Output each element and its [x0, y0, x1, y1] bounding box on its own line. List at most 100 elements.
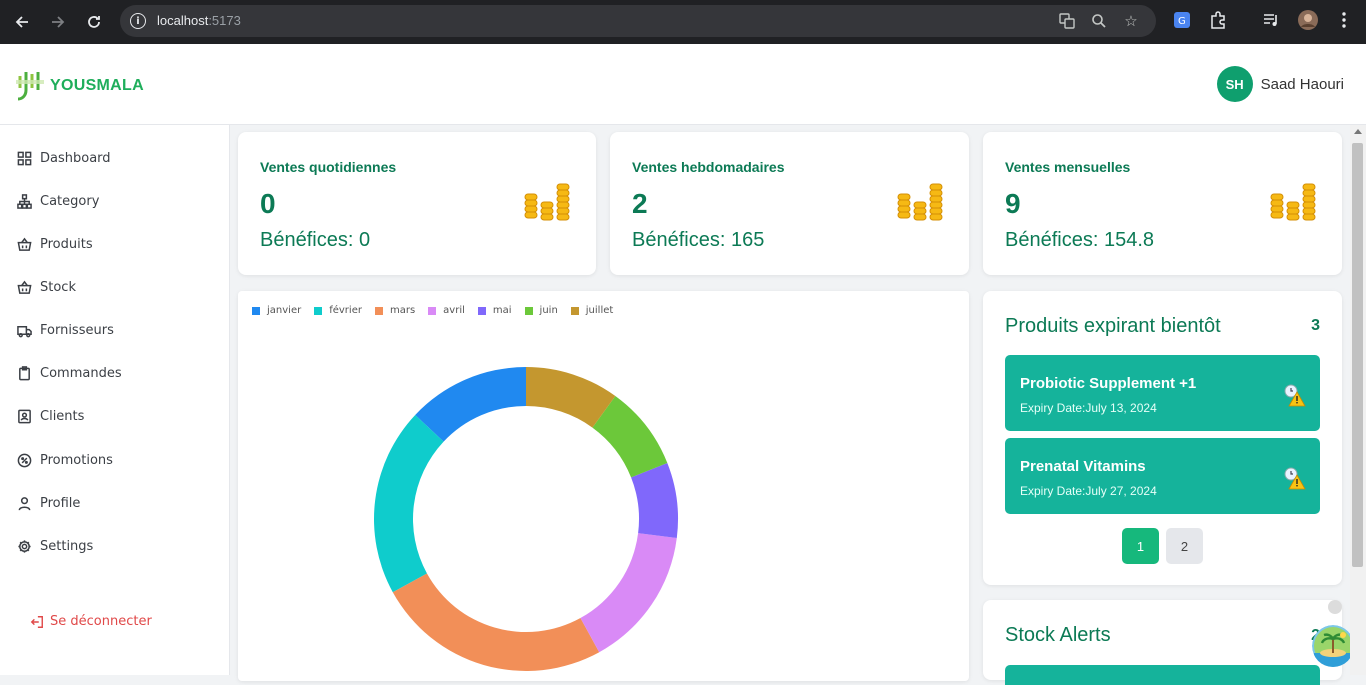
stat-profit: Bénéfices: 154.8 — [1005, 229, 1154, 251]
sidebar-item-settings[interactable]: Settings — [17, 539, 93, 554]
donut-chart — [374, 367, 678, 671]
stat-value: 2 — [632, 188, 648, 219]
translate-icon[interactable] — [1058, 12, 1076, 30]
svg-text:G: G — [1178, 16, 1186, 27]
expiring-item-date: Expiry Date:July 27, 2024 — [1020, 484, 1157, 498]
scroll-up-arrow-icon[interactable] — [1354, 129, 1362, 134]
truck-icon — [17, 326, 32, 338]
stat-card-daily: Ventes quotidiennes 0 Bénéfices: 0 — [238, 132, 596, 275]
sidebar-item-category[interactable]: Category — [17, 194, 99, 209]
logo-text: YOUSMALA — [50, 77, 144, 94]
stat-title: Ventes quotidiennes — [260, 159, 397, 175]
stat-value: 0 — [260, 188, 276, 219]
stat-title: Ventes mensuelles — [1005, 159, 1131, 175]
stock-alerts-title: Stock Alerts — [1005, 624, 1111, 646]
logout-button[interactable]: Se déconnecter — [30, 614, 152, 629]
address-bar[interactable]: i localhost:5173 ☆ — [120, 5, 1156, 37]
sidebar-item-dashboard[interactable]: Dashboard — [17, 151, 111, 166]
logo[interactable]: YOUSMALA — [16, 70, 144, 102]
sidebar-item-label: Dashboard — [40, 151, 111, 166]
user-menu[interactable]: SH Saad Haouri — [1216, 66, 1344, 102]
sidebar-item-label: Produits — [40, 237, 93, 252]
page-scrollbar[interactable] — [1350, 125, 1366, 675]
sidebar: Dashboard Category Produits Stock Fornis… — [0, 125, 230, 675]
stat-profit: Bénéfices: 0 — [260, 229, 371, 251]
sidebar-item-fornisseurs[interactable]: Fornisseurs — [17, 323, 114, 338]
pagination-page-2[interactable]: 2 — [1166, 528, 1203, 564]
logo-mark-icon — [16, 70, 46, 102]
more-menu-icon[interactable] — [1334, 10, 1354, 30]
sidebar-item-label: Commandes — [40, 366, 122, 381]
avatar[interactable]: SH — [1216, 66, 1253, 102]
pagination-page-1[interactable]: 1 — [1122, 528, 1159, 564]
sidebar-item-profile[interactable]: Profile — [17, 496, 80, 511]
gear-icon — [18, 540, 31, 553]
zoom-icon[interactable] — [1090, 12, 1108, 30]
app-header: YOUSMALA SH Saad Haouri — [0, 44, 1366, 125]
expiring-item-name: Probiotic Supplement +1 — [1020, 375, 1197, 392]
expiring-item-name: Prenatal Vitamins — [1020, 458, 1146, 475]
extensions-puzzle-icon[interactable] — [1208, 10, 1228, 30]
clock-warning-icon — [1284, 384, 1306, 407]
stock-alerts-card: Stock Alerts 2 — [983, 600, 1342, 685]
expiring-products-card: Produits expirant bientôt 3 Probiotic Su… — [983, 291, 1342, 585]
badge-icon — [17, 453, 32, 468]
expiring-item[interactable]: Prenatal Vitamins Expiry Date:July 27, 2… — [1005, 438, 1320, 514]
basket-icon — [17, 237, 32, 251]
hierarchy-icon — [17, 194, 32, 209]
logout-icon — [30, 615, 43, 628]
grid-icon — [17, 151, 32, 166]
bubble-dismiss-dot[interactable] — [1328, 600, 1342, 614]
floating-assistant-button[interactable] — [1312, 625, 1354, 667]
coins-icon — [1270, 183, 1316, 221]
sidebar-item-stock[interactable]: Stock — [17, 280, 76, 295]
sidebar-item-label: Profile — [40, 496, 81, 511]
sidebar-item-label: Settings — [40, 539, 94, 554]
profile-avatar-icon[interactable] — [1298, 10, 1318, 30]
sidebar-item-produits[interactable]: Produits — [17, 237, 93, 252]
sidebar-item-label: Clients — [40, 409, 85, 424]
donut-slice-avril[interactable] — [580, 533, 677, 653]
sidebar-item-promotions[interactable]: Promotions — [17, 453, 113, 468]
donut-slice-février[interactable] — [374, 414, 444, 593]
scroll-thumb[interactable] — [1352, 143, 1363, 567]
bookmark-star-icon[interactable]: ☆ — [1122, 12, 1140, 30]
media-queue-icon[interactable] — [1261, 10, 1281, 30]
back-arrow-icon[interactable] — [10, 10, 34, 34]
sales-chart-card: janvier février mars avril mai juin juillet — [238, 291, 969, 681]
sidebar-item-label: Stock — [40, 280, 76, 295]
island-icon — [1312, 625, 1354, 667]
stat-profit: Bénéfices: 165 — [632, 229, 765, 251]
donut-slice-mars[interactable] — [392, 573, 600, 671]
expiring-title: Produits expirant bientôt — [1005, 315, 1221, 337]
coins-icon — [524, 183, 570, 221]
contact-icon — [18, 409, 31, 424]
reload-icon[interactable] — [82, 10, 106, 34]
stat-value: 9 — [1005, 188, 1021, 219]
translate-extension-icon[interactable]: G — [1172, 10, 1192, 30]
stat-title: Ventes hebdomadaires — [632, 159, 785, 175]
expiring-item-date: Expiry Date:July 13, 2024 — [1020, 401, 1157, 415]
browser-toolbar: i localhost:5173 ☆ G — [0, 0, 1366, 44]
sidebar-item-commandes[interactable]: Commandes — [17, 366, 122, 381]
sidebar-item-label: Category — [40, 194, 100, 209]
logout-label: Se déconnecter — [50, 614, 152, 629]
clipboard-icon — [19, 366, 30, 381]
stat-card-monthly: Ventes mensuelles 9 Bénéfices: 154.8 — [983, 132, 1342, 275]
forward-arrow-icon[interactable] — [46, 10, 70, 34]
stock-alert-item[interactable] — [1005, 665, 1320, 685]
site-info-icon[interactable]: i — [130, 13, 146, 29]
user-icon — [18, 497, 31, 511]
sidebar-item-clients[interactable]: Clients — [17, 409, 84, 424]
expiring-count: 3 — [1311, 317, 1320, 334]
sidebar-item-label: Promotions — [40, 453, 113, 468]
expiring-item[interactable]: Probiotic Supplement +1 Expiry Date:July… — [1005, 355, 1320, 431]
user-name: Saad Haouri — [1260, 75, 1344, 93]
donut-slice-janvier[interactable] — [415, 367, 526, 442]
url-text: localhost:5173 — [157, 13, 241, 28]
basket-icon — [17, 280, 32, 294]
stat-card-weekly: Ventes hebdomadaires 2 Bénéfices: 165 — [610, 132, 969, 275]
sidebar-item-label: Fornisseurs — [40, 323, 114, 338]
coins-icon — [897, 183, 943, 221]
clock-warning-icon — [1284, 467, 1306, 490]
